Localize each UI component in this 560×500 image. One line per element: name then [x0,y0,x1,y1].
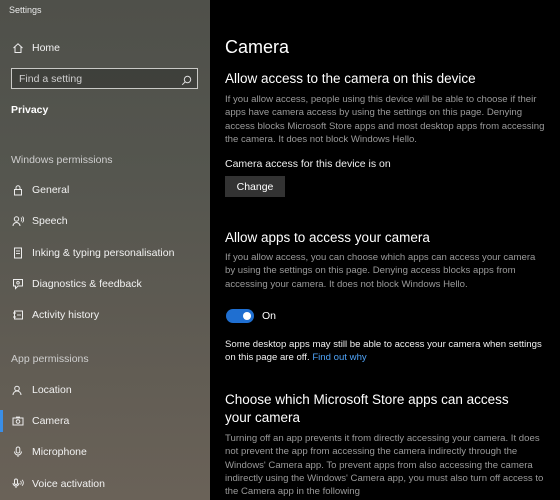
windows-permissions-header: Windows permissions [11,154,113,166]
search-input[interactable]: Find a setting [11,68,198,89]
find-out-why-link[interactable]: Find out why [312,352,366,363]
store-apps-heading-line1: Choose which Microsoft Store apps can ac… [225,392,509,407]
app-access-heading: Allow apps to access your camera [225,230,430,245]
sidebar-item-label: Speech [32,215,68,227]
search-icon[interactable] [181,73,192,86]
settings-sidebar: Settings Home Find a setting Privacy Win… [0,0,210,500]
app-access-description: If you allow access, you can choose whic… [225,252,536,290]
camera-access-toggle[interactable] [226,309,254,323]
device-access-description: If you allow access, people using this d… [225,94,545,145]
selected-indicator [0,410,3,432]
sidebar-item-activity-history[interactable]: Activity history [0,302,210,328]
voice-activation-icon [12,478,24,490]
sidebar-item-location[interactable]: Location [0,377,210,403]
nav-home-label: Home [32,42,61,54]
change-button[interactable]: Change [225,176,285,197]
store-apps-heading-line2: your camera [225,410,301,425]
search-placeholder: Find a setting [19,73,83,85]
speech-icon [12,215,24,227]
desktop-apps-note-text: Some desktop apps may still be able to a… [225,339,542,364]
sidebar-item-label: Activity history [32,309,100,321]
sidebar-item-inking[interactable]: Inking & typing personalisation [0,240,210,266]
window-title: Settings [9,5,42,15]
page-title: Camera [225,37,290,57]
nav-home[interactable]: Home [0,35,210,61]
lock-icon [12,184,24,196]
sidebar-item-label: Diagnostics & feedback [32,278,142,290]
sidebar-item-label: General [32,184,70,196]
sidebar-item-label: Inking & typing personalisation [32,247,175,259]
app-permissions-header: App permissions [11,353,89,365]
sidebar-item-diagnostics[interactable]: Diagnostics & feedback [0,271,210,297]
activity-icon [12,309,24,321]
diagnostics-icon [12,278,24,290]
section-title: Privacy [11,104,49,116]
store-apps-description: Turning off an app prevents it from dire… [225,433,544,498]
device-access-heading: Allow access to the camera on this devic… [225,71,476,86]
sidebar-item-label: Location [32,384,72,396]
sidebar-item-speech[interactable]: Speech [0,208,210,234]
sidebar-item-camera[interactable]: Camera [0,408,210,434]
device-access-status: Camera access for this device is on [225,158,391,170]
toggle-knob [243,312,251,320]
sidebar-item-label: Camera [32,415,70,427]
camera-icon [12,415,24,427]
microphone-icon [12,446,24,458]
location-icon [12,384,24,396]
inking-icon [12,247,24,259]
main-content: Camera Allow access to the camera on thi… [210,0,560,500]
desktop-apps-note: Some desktop apps may still be able to a… [225,338,545,365]
toggle-state-label: On [262,310,277,322]
sidebar-item-microphone[interactable]: Microphone [0,439,210,465]
sidebar-item-label: Voice activation [32,478,105,490]
sidebar-item-voice-activation[interactable]: Voice activation [0,471,210,497]
sidebar-item-general[interactable]: General [0,177,210,203]
sidebar-item-label: Microphone [32,446,87,458]
home-icon [12,42,24,54]
